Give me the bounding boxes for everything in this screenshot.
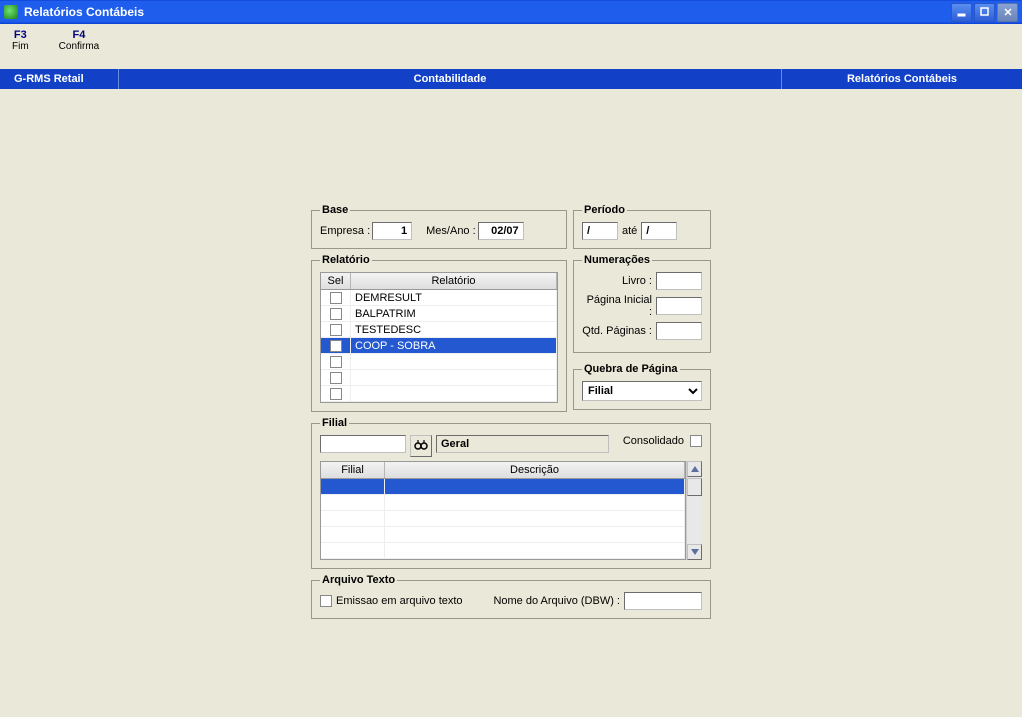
content-area: Base Empresa : Mes/Ano : Período até	[0, 89, 1022, 717]
filial-search-button[interactable]	[410, 435, 432, 457]
row-checkbox[interactable]	[330, 372, 342, 384]
table-row[interactable]	[321, 370, 557, 386]
breadcrumb-left: G-RMS Retail	[0, 73, 118, 85]
table-row[interactable]	[321, 527, 685, 543]
qtd-paginas-field[interactable]	[656, 322, 702, 340]
menu-key: F3	[12, 29, 29, 41]
periodo-de-field[interactable]	[582, 222, 618, 240]
numeracoes-fieldset: Numerações Livro : Página Inicial : Qtd.…	[573, 254, 711, 353]
table-row[interactable]	[321, 354, 557, 370]
col-relatorio: Relatório	[351, 273, 557, 289]
filial-code-field[interactable]	[320, 435, 406, 453]
row-checkbox[interactable]	[330, 340, 342, 352]
menu-fim[interactable]: F3 Fim	[12, 29, 29, 69]
row-checkbox[interactable]	[330, 356, 342, 368]
row-checkbox[interactable]	[330, 292, 342, 304]
row-checkbox[interactable]	[330, 388, 342, 400]
table-row[interactable]	[321, 495, 685, 511]
nome-arquivo-label: Nome do Arquivo (DBW) :	[493, 595, 620, 607]
emissao-label: Emissao em arquivo texto	[336, 595, 463, 607]
livro-field[interactable]	[656, 272, 702, 290]
row-name	[351, 386, 557, 401]
mesano-field[interactable]	[478, 222, 524, 240]
table-row[interactable]	[321, 543, 685, 559]
window-title: Relatórios Contábeis	[24, 5, 951, 19]
menubar: F3 Fim F4 Confirma	[0, 24, 1022, 69]
periodo-fieldset: Período até	[573, 204, 711, 249]
table-row[interactable]	[321, 479, 685, 495]
app-icon	[4, 5, 18, 19]
consolidado-checkbox[interactable]	[690, 435, 702, 447]
app-window: Relatórios Contábeis F3 Fim F4 Confirma …	[0, 0, 1022, 717]
quebra-fieldset: Quebra de Página Filial	[573, 363, 711, 410]
quebra-legend: Quebra de Página	[582, 363, 680, 375]
titlebar: Relatórios Contábeis	[0, 0, 1022, 24]
row-name: COOP - SOBRA	[351, 338, 557, 353]
ate-label: até	[622, 225, 637, 237]
menu-label: Confirma	[59, 41, 100, 52]
row-name: BALPATRIM	[351, 306, 557, 321]
base-fieldset: Base Empresa : Mes/Ano :	[311, 204, 567, 249]
row-checkbox[interactable]	[330, 324, 342, 336]
numeracoes-legend: Numerações	[582, 254, 652, 266]
arquivo-texto-fieldset: Arquivo Texto Emissao em arquivo texto N…	[311, 574, 711, 619]
filial-legend: Filial	[320, 417, 349, 429]
menu-confirma[interactable]: F4 Confirma	[59, 29, 100, 69]
menu-key: F4	[59, 29, 100, 41]
consolidado-label: Consolidado	[623, 435, 684, 457]
periodo-ate-field[interactable]	[641, 222, 677, 240]
livro-label: Livro :	[622, 275, 652, 287]
mesano-label: Mes/Ano :	[426, 225, 476, 237]
col-filial: Filial	[321, 462, 385, 478]
empresa-label: Empresa :	[320, 225, 370, 237]
minimize-button[interactable]	[951, 3, 972, 22]
periodo-legend: Período	[582, 204, 627, 216]
row-name: TESTEDESC	[351, 322, 557, 337]
table-row[interactable]: DEMRESULT	[321, 290, 557, 306]
relatorio-legend: Relatório	[320, 254, 372, 266]
base-legend: Base	[320, 204, 350, 216]
empresa-field[interactable]	[372, 222, 412, 240]
pagina-inicial-label: Página Inicial :	[582, 294, 652, 318]
arquivo-texto-legend: Arquivo Texto	[320, 574, 397, 586]
relatorio-fieldset: Relatório Sel Relatório DEMRESULTBALPATR…	[311, 254, 567, 412]
row-checkbox[interactable]	[330, 308, 342, 320]
breadcrumb-right: Relatórios Contábeis	[782, 73, 1022, 85]
filial-fieldset: Filial Consolidado	[311, 417, 711, 569]
col-sel: Sel	[321, 273, 351, 289]
scroll-up-button[interactable]	[687, 461, 702, 477]
row-name	[351, 370, 557, 385]
emissao-checkbox[interactable]	[320, 595, 332, 607]
close-button[interactable]	[997, 3, 1018, 22]
scroll-thumb[interactable]	[687, 478, 702, 496]
breadcrumb-bar: G-RMS Retail Contabilidade Relatórios Co…	[0, 69, 1022, 89]
filial-grid: Filial Descrição	[320, 461, 686, 560]
qtd-paginas-label: Qtd. Páginas :	[582, 325, 652, 337]
relatorio-grid: Sel Relatório DEMRESULTBALPATRIMTESTEDES…	[320, 272, 558, 403]
filial-scrollbar[interactable]	[686, 461, 702, 560]
row-name: DEMRESULT	[351, 290, 557, 305]
breadcrumb-mid: Contabilidade	[118, 69, 782, 89]
maximize-button[interactable]	[974, 3, 995, 22]
table-row[interactable]: COOP - SOBRA	[321, 338, 557, 354]
menu-label: Fim	[12, 41, 29, 52]
table-row[interactable]	[321, 511, 685, 527]
table-row[interactable]: BALPATRIM	[321, 306, 557, 322]
table-row[interactable]: TESTEDESC	[321, 322, 557, 338]
filial-name-field	[436, 435, 609, 453]
quebra-select[interactable]: Filial	[582, 381, 702, 401]
binoculars-icon	[414, 439, 428, 454]
table-row[interactable]	[321, 386, 557, 402]
pagina-inicial-field[interactable]	[656, 297, 702, 315]
row-name	[351, 354, 557, 369]
scroll-down-button[interactable]	[687, 544, 702, 560]
col-descricao: Descrição	[385, 462, 685, 478]
nome-arquivo-field[interactable]	[624, 592, 702, 610]
